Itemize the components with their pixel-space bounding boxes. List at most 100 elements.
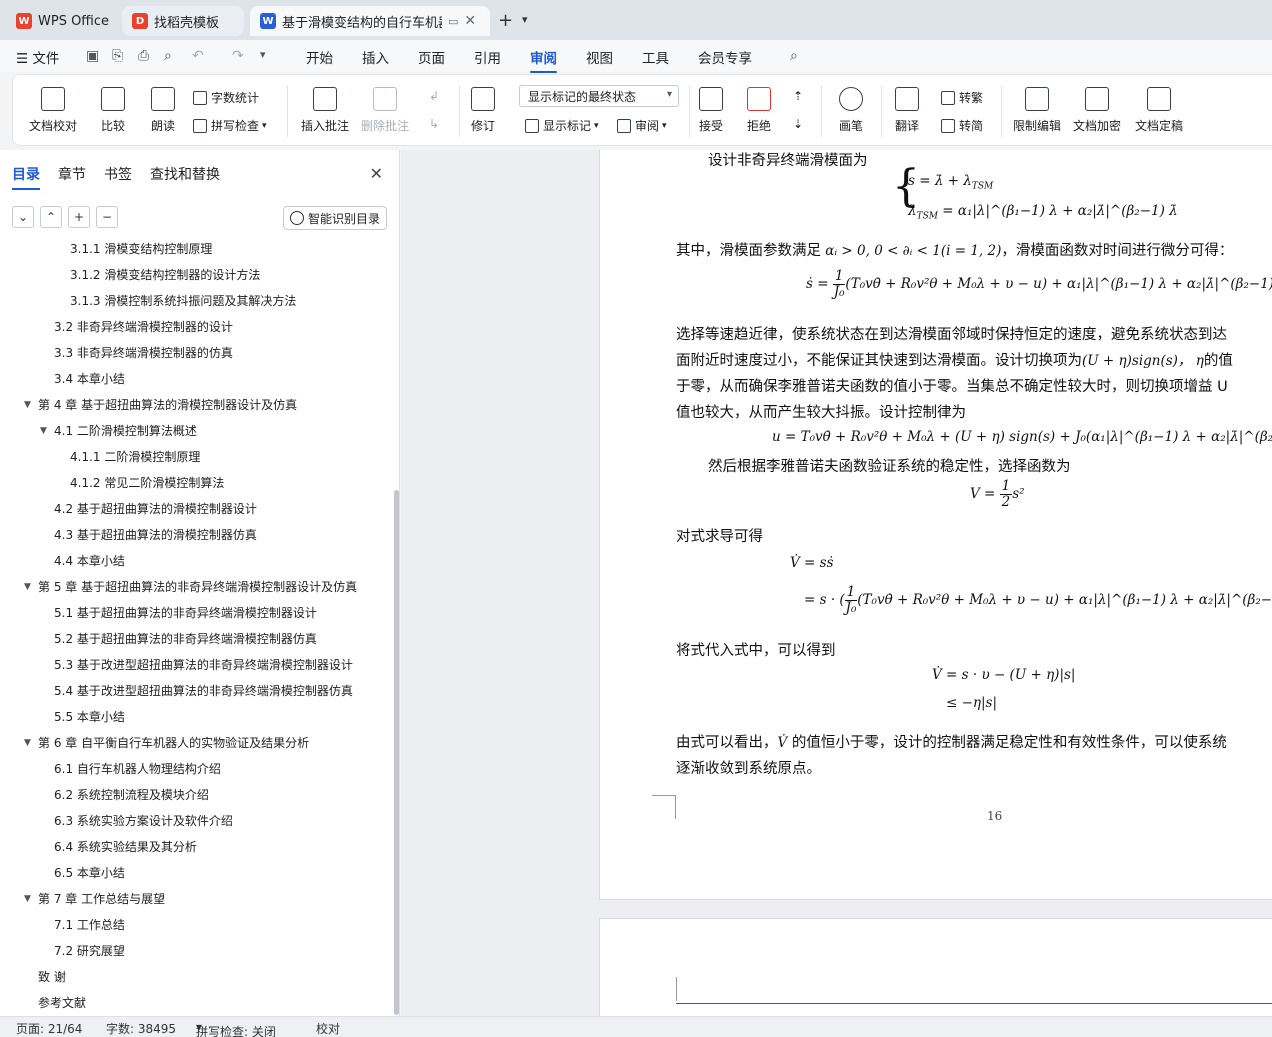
tab-bookmarks[interactable]: 书签 [104,164,132,184]
toc-item[interactable]: 4.3 基于超扭曲算法的滑模控制器仿真 [0,522,392,548]
print-preview-icon[interactable]: ⌕ [164,48,172,64]
remove-heading-button[interactable]: − [96,206,118,228]
toc-item[interactable]: 6.5 本章小结 [0,860,392,886]
show-markup-button[interactable]: 显示标记 ▾ [525,117,599,134]
prev-change-icon[interactable]: ⇡ [793,89,803,103]
toc-item[interactable]: 3.1.2 滑模变结构控制器的设计方法 [0,262,392,288]
toc-item[interactable]: ▼ 4.1 二阶滑模控制算法概述 [0,418,392,444]
close-icon[interactable]: ✕ [370,164,383,183]
print-icon[interactable]: ⎙ [138,48,149,64]
toc-item[interactable]: 5.3 基于改进型超扭曲算法的非奇异终端滑模控制器设计 [0,652,392,678]
toc-item[interactable]: 6.1 自行车机器人物理结构介绍 [0,756,392,782]
add-heading-button[interactable]: + [68,206,90,228]
prev-comment-icon[interactable]: ↲ [429,89,439,103]
tab-find-replace[interactable]: 查找和替换 [150,164,220,184]
collapse-all-button[interactable]: ⌃ [40,206,62,228]
menu-review[interactable]: 审阅 [530,47,557,73]
tab-template[interactable]: D 找稻壳模板 [122,6,244,36]
expand-toggle-icon[interactable]: ▼ [40,418,47,444]
page-indicator[interactable]: 页面: 21/64 [16,1020,82,1037]
close-tab-icon[interactable]: ✕ [464,13,476,29]
search-icon[interactable]: ⌕ [790,48,798,64]
word-count[interactable]: 字数: 38495 [106,1020,176,1037]
expand-toggle-icon[interactable]: ▼ [24,392,31,418]
quick-access-chevron-icon[interactable]: ▾ [260,48,266,61]
compare-button[interactable]: 比较 [101,87,125,134]
toc-item[interactable]: ▼ 第 4 章 基于超扭曲算法的滑模控制器设计及仿真 [0,392,392,418]
accept-button[interactable]: 接受 [699,87,723,134]
proofread-status[interactable]: 校对 [316,1020,340,1037]
document-page[interactable] [599,918,1272,1016]
toc-item[interactable]: 3.3 非奇异终端滑模控制器的仿真 [0,340,392,366]
toc-item[interactable]: ▼ 第 5 章 基于超扭曲算法的非奇异终端滑模控制器设计及仿真 [0,574,392,600]
doc-check-button[interactable]: 文档校对 [29,87,77,134]
menu-insert[interactable]: 插入 [362,47,389,67]
toc-item[interactable]: 4.1.1 二阶滑模控制原理 [0,444,392,470]
save-icon[interactable]: ▣ [86,48,99,64]
to-traditional-button[interactable]: 转繁 [941,89,983,106]
spell-check-status[interactable]: 拼写检查: 关闭 ▾ [196,1020,276,1037]
expand-toggle-icon[interactable]: ▼ [24,574,31,600]
next-change-icon[interactable]: ⇣ [793,117,803,131]
toc-item[interactable]: 5.5 本章小结 [0,704,392,730]
tab-toc[interactable]: 目录 [12,164,40,190]
expand-toggle-icon[interactable]: ▼ [24,730,31,756]
insert-comment-button[interactable]: 插入批注 [301,87,349,134]
toc-item[interactable]: 6.2 系统控制流程及模块介绍 [0,782,392,808]
toc-item[interactable]: 参考文献 [0,990,392,1016]
toc-item[interactable]: ▼ 第 7 章 工作总结与展望 [0,886,392,912]
toc-item[interactable]: 3.1.3 滑模控制系统抖振问题及其解决方法 [0,288,392,314]
review-pane-button[interactable]: 审阅 ▾ [617,117,667,134]
menu-member[interactable]: 会员专享 [698,47,752,67]
markup-state-select[interactable]: 显示标记的最终状态 ▾ [519,85,679,107]
toc-item[interactable]: 4.2 基于超扭曲算法的滑模控制器设计 [0,496,392,522]
toc-item[interactable]: 6.4 系统实验结果及其分析 [0,834,392,860]
toc-item[interactable]: 7.1 工作总结 [0,912,392,938]
expand-all-button[interactable]: ⌄ [12,206,34,228]
toc-item[interactable]: 3.1.1 滑模变结构控制原理 [0,238,392,262]
menu-reference[interactable]: 引用 [474,47,501,67]
link-icon[interactable]: ⎘ [112,48,123,64]
to-simplified-button[interactable]: 转简 [941,117,983,134]
toc-scrollbar[interactable] [394,490,399,1015]
toc-item[interactable]: 3.2 非奇异终端滑模控制器的设计 [0,314,392,340]
draw-button[interactable]: 画笔 [839,87,863,134]
toc-item[interactable]: 6.3 系统实验方案设计及软件介绍 [0,808,392,834]
read-aloud-button[interactable]: 朗读 [151,87,175,134]
menu-page[interactable]: 页面 [418,47,445,67]
undo-icon[interactable]: ↶ [192,48,204,64]
monitor-icon[interactable]: ▭ [448,15,458,28]
toc-item[interactable]: ▼ 第 6 章 自平衡自行车机器人的实物验证及结果分析 [0,730,392,756]
reject-button[interactable]: 拒绝 [747,87,771,134]
toc-item[interactable]: 3.4 本章小结 [0,366,392,392]
toc-item[interactable]: 5.1 基于超扭曲算法的非奇异终端滑模控制器设计 [0,600,392,626]
delete-comment-button[interactable]: 删除批注 [361,87,409,134]
expand-toggle-icon[interactable]: ▼ [24,886,31,912]
revise-button[interactable]: 修订 [471,87,495,134]
tab-document[interactable]: W 基于滑模变结构的自行车机器人 ▭ ✕ [250,6,490,36]
menu-home[interactable]: 开始 [306,47,333,67]
restrict-edit-button[interactable]: 限制编辑 [1013,87,1061,134]
toc-item[interactable]: 7.2 研究展望 [0,938,392,964]
menu-view[interactable]: 视图 [586,47,613,67]
spell-check-button[interactable]: 拼写检查 ▾ [193,117,267,134]
encrypt-button[interactable]: 文档加密 [1073,87,1121,134]
tab-sections[interactable]: 章节 [58,164,86,184]
menu-tools[interactable]: 工具 [642,47,669,67]
toc-item[interactable]: 5.4 基于改进型超扭曲算法的非奇异终端滑模控制器仿真 [0,678,392,704]
toc-item[interactable]: 5.2 基于超扭曲算法的非奇异终端滑模控制器仿真 [0,626,392,652]
word-count-button[interactable]: 字数统计 [193,89,259,106]
toc-item[interactable]: 致 谢 [0,964,392,990]
toc-item[interactable]: 4.4 本章小结 [0,548,392,574]
file-menu[interactable]: ☰ 文件 [16,47,59,67]
translate-button[interactable]: 翻译 [895,87,919,134]
chevron-down-icon[interactable]: ▾ [522,13,528,26]
toc-item[interactable]: 4.1.2 常见二阶滑模控制算法 [0,470,392,496]
finalize-button[interactable]: 文档定稿 [1135,87,1183,134]
redo-icon[interactable]: ↷ [232,48,244,64]
tab-wps-office[interactable]: W WPS Office [6,6,116,36]
new-tab-icon[interactable]: + [498,10,513,31]
document-page[interactable]: 设计非奇异终端滑模面为 { s = λ̇ + λTSM λ̇TSM = α₁|λ… [599,150,1272,900]
next-comment-icon[interactable]: ↳ [429,117,439,131]
smart-toc-button[interactable]: 智能识别目录 [282,206,387,230]
